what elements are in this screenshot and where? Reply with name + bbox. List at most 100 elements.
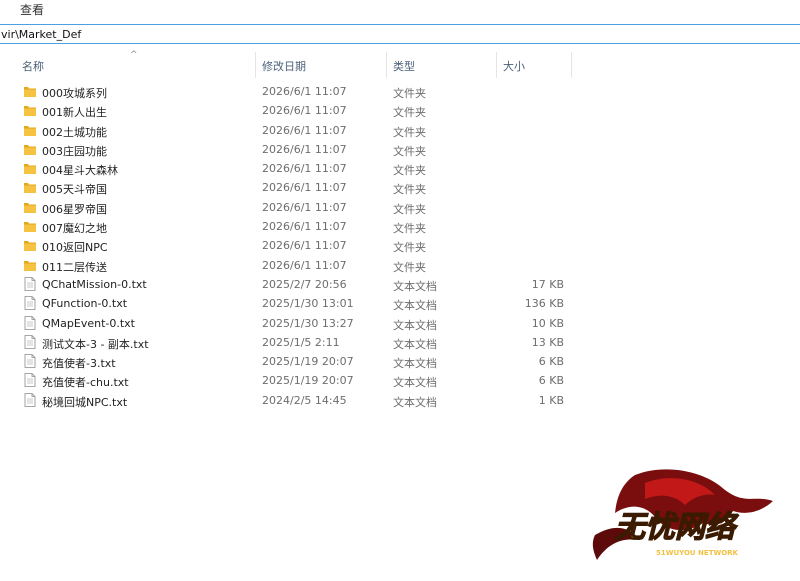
file-modified: 2025/1/5 2:11	[262, 335, 340, 349]
folder-row[interactable]: 002土城功能 2026/6/1 11:07 文件夹	[0, 121, 800, 140]
folder-icon	[24, 84, 36, 98]
file-name: 秘境回城NPC.txt	[42, 395, 128, 409]
file-row[interactable]: QChatMission-0.txt 2025/2/7 20:56 文本文档 17 K…	[0, 275, 800, 294]
file-modified: 2026/6/1 11:07	[262, 142, 347, 156]
file-type: 文件夹	[393, 241, 426, 255]
file-type: 文本文档	[393, 395, 437, 409]
file-name: 001新人出生	[42, 106, 107, 120]
file-modified: 2026/6/1 11:07	[262, 239, 347, 253]
file-modified: 2026/6/1 11:07	[262, 200, 347, 214]
file-type: 文件夹	[393, 144, 426, 158]
file-name: 004星斗大森林	[42, 164, 118, 178]
watermark-logo: 无忧网络 51WUYOU NETWORK	[592, 469, 773, 560]
file-name: QFunction-0.txt	[42, 297, 128, 311]
folder-icon	[24, 238, 36, 252]
file-type: 文件夹	[393, 87, 426, 100]
file-type: 文件夹	[393, 260, 426, 274]
file-list: 000攻城系列 2026/6/1 11:07 文件夹 001新人出生 2026/6/1 …	[0, 82, 800, 410]
text-file-icon	[24, 392, 36, 407]
folder-row[interactable]: 001新人出生 2026/6/1 11:07 文件夹	[0, 101, 800, 120]
file-modified: 2025/1/19 20:07	[262, 374, 354, 388]
file-name: 测试文本-3 - 副本.txt	[42, 337, 149, 351]
file-type: 文件夹	[393, 125, 426, 139]
file-name: 003庄园功能	[42, 144, 107, 158]
text-file-icon	[24, 315, 36, 330]
file-size: 17 KB	[531, 277, 564, 291]
file-type: 文本文档	[393, 279, 437, 293]
text-file-icon	[24, 277, 36, 291]
file-row[interactable]: 秘境回城NPC.txt 2024/2/5 14:45 文本文档 1 KB	[0, 391, 800, 410]
file-type: 文件夹	[393, 183, 426, 197]
address-path[interactable]: vir\Market_Def	[1, 28, 81, 41]
file-name: 充值使者-chu.txt	[42, 376, 129, 390]
folder-row[interactable]: 003庄园功能 2026/6/1 11:07 文件夹	[0, 140, 800, 159]
text-file-icon	[24, 296, 36, 311]
folder-icon	[24, 258, 36, 272]
column-divider[interactable]	[496, 52, 497, 78]
menu-bar: 查看	[0, 0, 800, 20]
file-modified: 2026/6/1 11:07	[262, 258, 347, 272]
file-modified: 2025/2/7 20:56	[262, 277, 347, 291]
file-type: 文本文档	[393, 337, 437, 351]
text-file-icon	[24, 354, 36, 369]
file-size: 136 KB	[524, 297, 564, 311]
column-type-header[interactable]: 类型	[393, 58, 415, 74]
sort-ascending-icon: ^	[130, 50, 138, 60]
folder-row[interactable]: 010返回NPC 2026/6/1 11:07 文件夹	[0, 236, 800, 255]
file-name: 005天斗帝国	[42, 183, 107, 197]
file-name: 010返回NPC	[42, 241, 108, 255]
file-name: 002土城功能	[42, 125, 107, 139]
column-name-header[interactable]: 名称	[22, 58, 44, 74]
file-modified: 2026/6/1 11:07	[262, 181, 347, 195]
file-modified: 2026/6/1 11:07	[262, 162, 347, 176]
file-type: 文本文档	[393, 318, 437, 332]
folder-icon	[24, 123, 36, 137]
file-modified: 2025/1/19 20:07	[262, 355, 354, 369]
column-size-header[interactable]: 大小	[503, 58, 525, 74]
column-divider[interactable]	[255, 52, 256, 78]
file-modified: 2025/1/30 13:27	[262, 316, 354, 330]
column-divider[interactable]	[571, 52, 572, 78]
file-type: 文件夹	[393, 164, 426, 178]
folder-row[interactable]: 005天斗帝国 2026/6/1 11:07 文件夹	[0, 178, 800, 197]
file-row[interactable]: 充值使者-3.txt 2025/1/19 20:07 文本文档 6 KB	[0, 352, 800, 371]
folder-row[interactable]: 004星斗大森林 2026/6/1 11:07 文件夹	[0, 159, 800, 178]
file-row[interactable]: 充值使者-chu.txt 2025/1/19 20:07 文本文档 6 KB	[0, 371, 800, 390]
folder-row[interactable]: 011二层传送 2026/6/1 11:07 文件夹	[0, 256, 800, 275]
file-type: 文件夹	[393, 106, 426, 120]
folder-icon	[24, 180, 36, 194]
file-modified: 2026/6/1 11:07	[262, 220, 347, 234]
file-row[interactable]: 测试文本-3 - 副本.txt 2025/1/5 2:11 文本文档 13 KB	[0, 333, 800, 352]
folder-row[interactable]: 000攻城系列 2026/6/1 11:07 文件夹	[0, 82, 800, 101]
folder-icon	[24, 219, 36, 233]
file-size: 13 KB	[531, 335, 564, 349]
folder-row[interactable]: 006星罗帝国 2026/6/1 11:07 文件夹	[0, 198, 800, 217]
file-size: 6 KB	[538, 374, 564, 388]
file-modified: 2026/6/1 11:07	[262, 123, 347, 137]
menu-view[interactable]: 查看	[20, 1, 44, 18]
file-type: 文本文档	[393, 299, 437, 313]
folder-row[interactable]: 007魔幻之地 2026/6/1 11:07 文件夹	[0, 217, 800, 236]
folder-icon	[24, 142, 36, 156]
column-header: ^ 名称 修改日期 类型 大小	[0, 50, 800, 78]
file-name: 007魔幻之地	[42, 222, 107, 236]
file-name: QChatMission-0.txt	[42, 277, 147, 291]
file-type: 文本文档	[393, 357, 437, 371]
file-name: 006星罗帝国	[42, 202, 107, 216]
column-divider[interactable]	[386, 52, 387, 78]
folder-icon	[24, 161, 36, 175]
text-file-icon	[24, 334, 36, 349]
file-name: 011二层传送	[42, 260, 107, 274]
file-modified: 2025/1/30 13:01	[262, 297, 354, 311]
folder-icon	[24, 200, 36, 214]
file-row[interactable]: QMapEvent-0.txt 2025/1/30 13:27 文本文档 10 KB	[0, 314, 800, 333]
file-modified: 2024/2/5 14:45	[262, 393, 347, 407]
watermark-subtitle: 51WUYOU NETWORK	[656, 549, 739, 557]
file-size: 10 KB	[531, 316, 564, 330]
address-bar[interactable]: vir\Market_Def	[0, 24, 800, 44]
folder-icon	[24, 103, 36, 117]
file-type: 文件夹	[393, 222, 426, 236]
text-file-icon	[24, 373, 36, 388]
column-modified-header[interactable]: 修改日期	[262, 58, 306, 74]
file-row[interactable]: QFunction-0.txt 2025/1/30 13:01 文本文档 136 KB	[0, 294, 800, 313]
